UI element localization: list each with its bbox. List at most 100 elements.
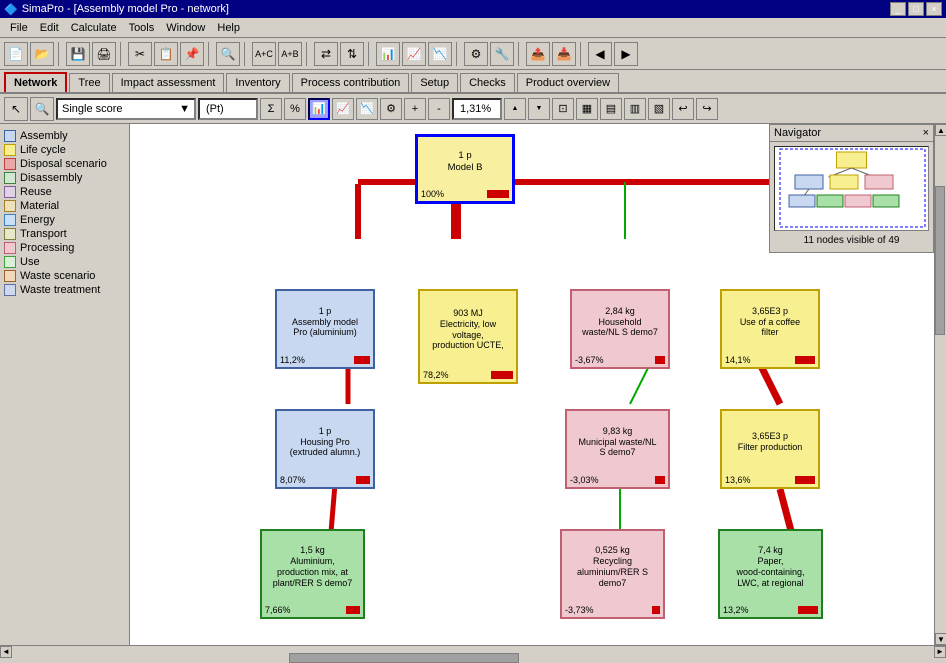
node-coffee-filter[interactable]: 3,65E3 pUse of a coffeefilter 14,1%: [720, 289, 820, 369]
tab-setup[interactable]: Setup: [411, 73, 458, 92]
legend-lifecycle[interactable]: Life cycle: [4, 144, 125, 156]
undo-btn[interactable]: ↩: [672, 98, 694, 120]
zoom-spin-down[interactable]: ▼: [528, 98, 550, 120]
legend-color-reuse: [4, 186, 16, 198]
legend-material[interactable]: Material: [4, 200, 125, 212]
legend-waste-treatment[interactable]: Waste treatment: [4, 284, 125, 296]
chart-btn2[interactable]: 📈: [402, 42, 426, 66]
tb-btn7[interactable]: 📤: [526, 42, 550, 66]
tb-btn2[interactable]: A+B: [278, 42, 302, 66]
layout-btn2[interactable]: ▤: [600, 98, 622, 120]
copy-button[interactable]: 📋: [154, 42, 178, 66]
node-electricity-bar: [491, 371, 513, 379]
layout-btn4[interactable]: ▧: [648, 98, 670, 120]
scroll-down-button[interactable]: ▼: [935, 633, 946, 645]
node-municipal-waste[interactable]: 9,83 kgMunicipal waste/NLS demo7 -3,03%: [565, 409, 670, 489]
menu-window[interactable]: Window: [160, 20, 211, 36]
legend-transport[interactable]: Transport: [4, 228, 125, 240]
menu-help[interactable]: Help: [211, 20, 246, 36]
node-filter-production[interactable]: 3,65E3 pFilter production 13,6%: [720, 409, 820, 489]
tb-btn6[interactable]: 🔧: [490, 42, 514, 66]
scroll-right-button[interactable]: ►: [934, 646, 946, 658]
zoom-out-btn[interactable]: -: [428, 98, 450, 120]
node-recycling[interactable]: 0,525 kgRecyclingaluminium/RER Sdemo7 -3…: [560, 529, 665, 619]
node-household-waste[interactable]: 2,84 kgHouseholdwaste/NL S demo7 -3,67%: [570, 289, 670, 369]
chart-btn3[interactable]: 📉: [428, 42, 452, 66]
tab-tree[interactable]: Tree: [69, 73, 109, 92]
node-aluminium[interactable]: 1,5 kgAluminium,production mix, atplant/…: [260, 529, 365, 619]
chart-active-btn[interactable]: 📊: [308, 98, 330, 120]
redo-btn[interactable]: ↪: [696, 98, 718, 120]
tab-checks[interactable]: Checks: [460, 73, 515, 92]
layout-btn3[interactable]: ▥: [624, 98, 646, 120]
open-button[interactable]: 📂: [30, 42, 54, 66]
tab-inventory[interactable]: Inventory: [226, 73, 289, 92]
cursor-tool[interactable]: ↖: [4, 97, 28, 121]
legend-assembly[interactable]: Assembly: [4, 130, 125, 142]
layout-btn1[interactable]: ▦: [576, 98, 598, 120]
minimize-button[interactable]: _: [890, 2, 906, 16]
main-toolbar: 📄 📂 💾 🖨 ✂ 📋 📌 🔍 A+C A+B ⇄ ⇅ 📊 📈 📉 ⚙ 🔧 📤 …: [0, 38, 946, 70]
tb-btn1[interactable]: A+C: [252, 42, 276, 66]
tb-btn5[interactable]: ⚙: [464, 42, 488, 66]
chart-btn1[interactable]: 📊: [376, 42, 400, 66]
menu-file[interactable]: File: [4, 20, 34, 36]
node-electricity[interactable]: 903 MJElectricity, lowvoltage,production…: [418, 289, 518, 384]
scroll-up-button[interactable]: ▲: [935, 124, 946, 136]
fit-btn[interactable]: ⊡: [552, 98, 574, 120]
node-assembly-model[interactable]: 1 pAssembly modelPro (aluminium) 11,2%: [275, 289, 375, 369]
scroll-track-v[interactable]: [935, 136, 946, 633]
print-button[interactable]: 🖨: [92, 42, 116, 66]
scroll-thumb-v[interactable]: [935, 186, 945, 335]
chart-btn-b[interactable]: 📈: [332, 98, 354, 120]
maximize-button[interactable]: □: [908, 2, 924, 16]
tab-network[interactable]: Network: [4, 72, 67, 92]
scroll-thumb-h[interactable]: [289, 653, 520, 663]
tb-btn4[interactable]: ⇅: [340, 42, 364, 66]
node-housing-pro[interactable]: 1 pHousing Pro(extruded alumn.) 8,07%: [275, 409, 375, 489]
node-assembly-bar: [354, 356, 370, 364]
menu-tools[interactable]: Tools: [123, 20, 161, 36]
scroll-left-button[interactable]: ◄: [0, 646, 12, 658]
zoom-spin-up[interactable]: ▲: [504, 98, 526, 120]
legend-disassembly[interactable]: Disassembly: [4, 172, 125, 184]
menu-calculate[interactable]: Calculate: [65, 20, 123, 36]
node-aluminium-percent: 7,66%: [265, 605, 291, 615]
zoom-tool[interactable]: 🔍: [30, 97, 54, 121]
zoom-in-btn[interactable]: +: [404, 98, 426, 120]
back-button[interactable]: ◀: [588, 42, 612, 66]
legend-use[interactable]: Use: [4, 256, 125, 268]
paste-button[interactable]: 📌: [180, 42, 204, 66]
tab-product-overview[interactable]: Product overview: [517, 73, 619, 92]
node-assembly-percent: 11,2%: [280, 355, 305, 365]
save-button[interactable]: 💾: [66, 42, 90, 66]
legend-waste-scenario[interactable]: Waste scenario: [4, 270, 125, 282]
forward-button[interactable]: ▶: [614, 42, 638, 66]
node-paper[interactable]: 7,4 kgPaper,wood-containing,LWC, at regi…: [718, 529, 823, 619]
search-button[interactable]: 🔍: [216, 42, 240, 66]
legend-processing[interactable]: Processing: [4, 242, 125, 254]
legend-energy[interactable]: Energy: [4, 214, 125, 226]
menu-bar: File Edit Calculate Tools Window Help: [0, 18, 946, 38]
tab-impact[interactable]: Impact assessment: [112, 73, 225, 92]
title-text: SimaPro - [Assembly model Pro - network]: [22, 3, 229, 15]
settings-btn[interactable]: ⚙: [380, 98, 402, 120]
chart-btn-c[interactable]: 📉: [356, 98, 378, 120]
legend-color-material: [4, 200, 16, 212]
legend-color-energy: [4, 214, 16, 226]
tab-process-contribution[interactable]: Process contribution: [292, 73, 410, 92]
new-button[interactable]: 📄: [4, 42, 28, 66]
legend-reuse[interactable]: Reuse: [4, 186, 125, 198]
close-button[interactable]: ×: [926, 2, 942, 16]
percent-button[interactable]: %: [284, 98, 306, 120]
score-dropdown[interactable]: Single score ▼: [56, 98, 196, 120]
tb-btn3[interactable]: ⇄: [314, 42, 338, 66]
node-recycling-percent: -3,73%: [565, 605, 594, 615]
sum-button[interactable]: Σ: [260, 98, 282, 120]
legend-disposal[interactable]: Disposal scenario: [4, 158, 125, 170]
node-model-b[interactable]: 1 pModel B 100%: [415, 134, 515, 204]
menu-edit[interactable]: Edit: [34, 20, 65, 36]
cut-button[interactable]: ✂: [128, 42, 152, 66]
navigator-close-icon[interactable]: ×: [923, 127, 929, 139]
tb-btn8[interactable]: 📥: [552, 42, 576, 66]
